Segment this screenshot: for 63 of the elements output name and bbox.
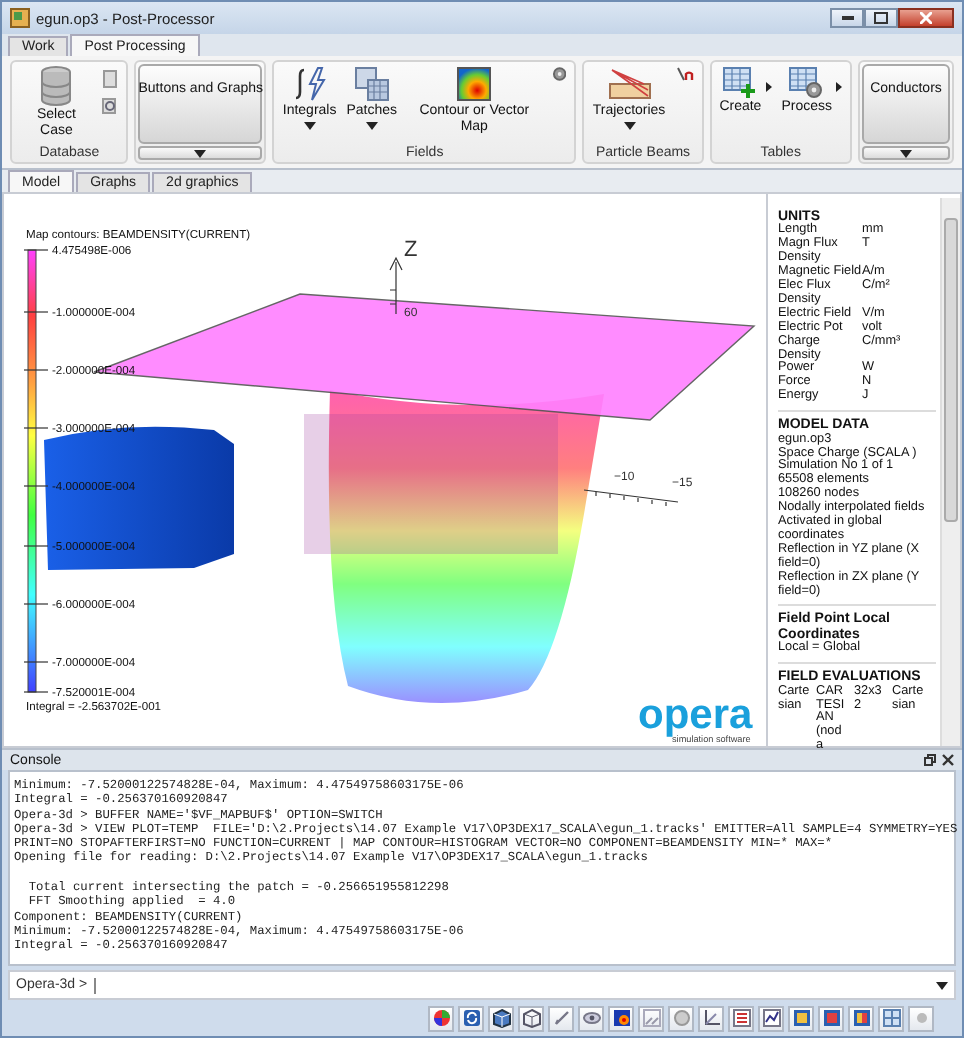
restore-icon[interactable] [924,754,936,766]
close-icon[interactable] [942,754,954,766]
toolbar-button[interactable] [848,1005,874,1031]
dot-icon [911,1008,931,1028]
toolbar-button[interactable] [518,1005,544,1031]
close-button[interactable] [898,8,954,28]
axes-icon [701,1008,721,1028]
toolbar-button[interactable] [698,1005,724,1031]
z-axis [389,256,403,315]
layout-icon [881,1008,901,1028]
panel-split-icon [851,1008,871,1028]
minimize-button[interactable] [830,8,864,28]
magnifier-icon[interactable] [102,98,119,116]
toolbar-button[interactable] [608,1005,634,1031]
caret-icon [623,122,636,131]
grid-icon [353,66,390,102]
panel-icon [791,1008,811,1028]
eye-icon [581,1008,601,1028]
contour-map-icon [456,66,493,102]
refresh-icon [461,1008,481,1028]
cube-icon [491,1008,511,1028]
maximize-button[interactable] [864,8,898,28]
dropdown-button[interactable] [138,146,263,160]
framed-square-icon [821,1008,841,1028]
chart-icon [761,1008,781,1028]
heatmap-icon [611,1008,631,1028]
trajectories-icon [607,66,652,102]
vector-field-icon [641,1008,661,1028]
gear-icon[interactable] [551,66,567,82]
caret-icon [365,122,378,131]
minimize-icon [841,16,853,20]
dropdown-button[interactable] [862,146,950,160]
toolbar-button[interactable] [788,1005,814,1031]
sphere-icon [671,1008,691,1028]
table-gear-icon [788,66,825,98]
x-axis [583,489,679,507]
maximize-icon [874,12,888,24]
close-icon [920,12,932,24]
table-add-icon [722,66,759,98]
toolbar-button[interactable] [458,1005,484,1031]
toolbar-button[interactable] [488,1005,514,1031]
toolbar-button[interactable] [818,1005,844,1031]
toolbar-button[interactable] [758,1005,784,1031]
caret-icon [900,149,912,157]
toolbar-button[interactable] [578,1005,604,1031]
color-wheel-icon [431,1008,451,1028]
caret-icon [194,149,207,157]
app-icon [10,8,30,28]
pen-icon [551,1008,571,1028]
axis-label: Z [404,238,418,262]
trajectory-icon[interactable] [675,66,694,82]
caret-icon [765,82,772,92]
caret-icon [936,981,948,989]
caret-icon [303,122,316,131]
caret-icon [836,82,842,92]
document-icon[interactable] [102,70,119,88]
integral-icon [291,66,328,102]
cube-outline-icon [521,1008,541,1028]
list-icon [731,1008,751,1028]
logo-wordmark: opera [638,692,753,738]
toolbar-button[interactable] [428,1005,454,1031]
scrollbar[interactable] [940,198,960,746]
database-icon [40,66,73,106]
